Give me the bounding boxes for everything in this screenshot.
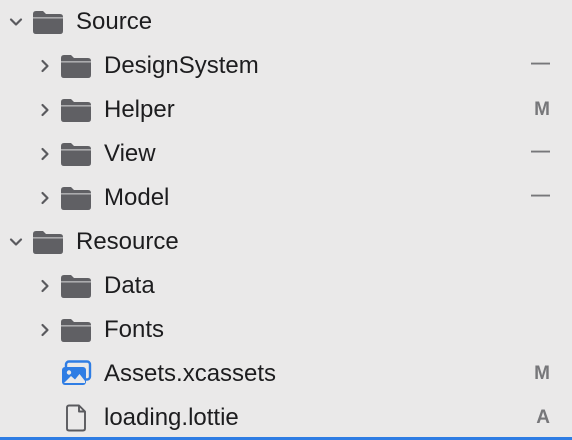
- tree-row-resource[interactable]: Resource: [0, 220, 572, 264]
- tree-row-label: Assets.xcassets: [104, 360, 277, 387]
- tree-row-label: Resource: [76, 228, 179, 255]
- folder-icon: [32, 228, 64, 256]
- scm-status: A: [536, 407, 550, 428]
- folder-icon: [60, 140, 92, 168]
- tree-row-label: Fonts: [104, 316, 165, 343]
- tree-row-label: Helper: [104, 96, 175, 123]
- tree-row-label: Source: [76, 8, 153, 35]
- chevron-down-icon[interactable]: [6, 12, 26, 32]
- scm-status: —: [531, 53, 550, 74]
- scm-status: —: [531, 185, 550, 206]
- chevron-right-icon[interactable]: [35, 100, 55, 120]
- scm-status: M: [534, 363, 550, 384]
- folder-icon: [60, 316, 92, 344]
- tree-row-data[interactable]: Data: [0, 264, 572, 308]
- chevron-right-icon[interactable]: [35, 144, 55, 164]
- folder-icon: [32, 8, 64, 36]
- tree-row-model[interactable]: Model —: [0, 176, 572, 220]
- tree-row-assets[interactable]: Assets.xcassets M: [0, 352, 572, 396]
- tree-row-designsystem[interactable]: DesignSystem —: [0, 44, 572, 88]
- scm-status: M: [534, 99, 550, 120]
- tree-row-label: DesignSystem: [104, 52, 259, 79]
- folder-icon: [60, 52, 92, 80]
- tree-row-view[interactable]: View —: [0, 132, 572, 176]
- asset-catalog-icon: [60, 360, 92, 388]
- tree-row-helper[interactable]: Helper M: [0, 88, 572, 132]
- folder-icon: [60, 272, 92, 300]
- tree-row-source[interactable]: Source: [0, 0, 572, 44]
- chevron-right-icon[interactable]: [35, 188, 55, 208]
- chevron-right-icon[interactable]: [35, 320, 55, 340]
- tree-row-loading-lottie[interactable]: loading.lottie A: [0, 396, 572, 440]
- chevron-down-icon[interactable]: [6, 232, 26, 252]
- folder-icon: [60, 184, 92, 212]
- project-navigator: Source DesignSystem — Helper M View — Mo…: [0, 0, 572, 440]
- chevron-right-icon[interactable]: [35, 276, 55, 296]
- tree-row-label: loading.lottie: [104, 404, 239, 431]
- tree-row-fonts[interactable]: Fonts: [0, 308, 572, 352]
- tree-row-label: Model: [104, 184, 170, 211]
- tree-row-label: View: [104, 140, 156, 167]
- document-icon: [60, 404, 92, 432]
- scm-status: —: [531, 141, 550, 162]
- folder-icon: [60, 96, 92, 124]
- chevron-right-icon[interactable]: [35, 56, 55, 76]
- tree-row-label: Data: [104, 272, 155, 299]
